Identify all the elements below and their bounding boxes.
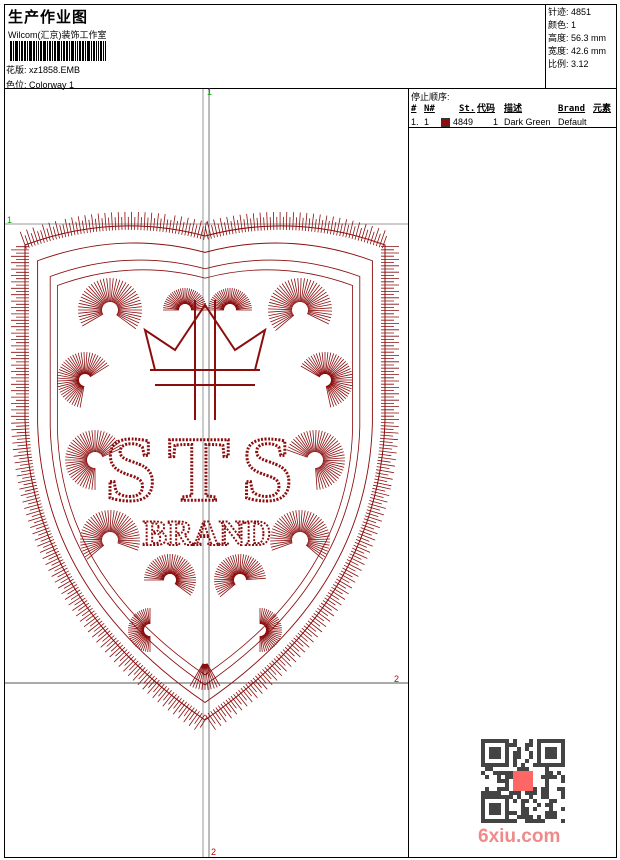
scroll-ornament-3	[300, 352, 353, 408]
barcode-bar	[82, 41, 84, 61]
qr-code-watermark	[481, 739, 565, 823]
col-needle: N#	[424, 104, 435, 114]
barcode-bar	[87, 41, 90, 61]
stat-colors: 颜色: 1	[548, 20, 577, 30]
design-canvas: STS BRAND 1 1 2 2	[5, 87, 408, 857]
stat-stitches: 针迹: 4851	[548, 7, 592, 17]
scroll-ornament-11	[259, 608, 282, 652]
stop-sequence-label: 停止顺序:	[411, 92, 450, 102]
marker-right-2: 2	[394, 674, 400, 684]
row-description: Dark Green	[504, 117, 551, 127]
barcode-bar	[27, 41, 28, 61]
barcode-bar	[63, 41, 65, 61]
marker-left-1: 1	[7, 215, 13, 225]
barcode-bar	[75, 41, 76, 61]
barcode-bar	[69, 41, 70, 61]
stamp-icon	[513, 771, 533, 791]
stat-scale: 比例: 3.12	[548, 59, 589, 69]
marker-top-1: 1	[207, 87, 213, 97]
barcode-bar	[43, 41, 46, 61]
col-stitches: St.	[459, 104, 476, 114]
barcode-bar	[13, 41, 14, 61]
barcode-bar	[105, 41, 106, 61]
col-index: #	[411, 104, 417, 114]
design-value: xz1858.EMB	[29, 65, 81, 75]
company-name: Wilcom(汇京)装饰工作室	[8, 30, 107, 40]
row-code: 1	[493, 117, 499, 127]
table-header: # N# St. 代码 描述 Brand 元素	[411, 103, 615, 116]
col-brand: Brand	[558, 104, 586, 114]
barcode-bar	[10, 41, 12, 61]
barcode-bar	[15, 41, 18, 61]
scroll-ornament-8	[144, 554, 196, 596]
barcode-bar	[52, 41, 53, 61]
barcode-bar	[91, 41, 92, 61]
page-title: 生产作业图	[8, 9, 89, 26]
barcode-bar	[29, 41, 32, 61]
col-code: 代码	[477, 104, 496, 114]
scroll-ornament-12	[163, 288, 207, 311]
design-label: 花版:	[6, 65, 27, 75]
barcode-bar	[36, 41, 37, 61]
barcode-bar	[40, 41, 42, 61]
barcode-bar	[19, 41, 20, 61]
barcode-bar	[21, 41, 23, 61]
barcode-bar	[57, 41, 60, 61]
barcode-bar	[61, 41, 62, 61]
barcode-bar	[98, 41, 99, 61]
barcode-bar	[96, 41, 97, 61]
scroll-ornament-0	[78, 278, 142, 330]
row-index: 1.	[411, 117, 419, 127]
col-element: 元素	[593, 104, 612, 114]
barcode-bar	[24, 41, 26, 61]
barcode-bar	[33, 41, 35, 61]
barcode-bar	[77, 41, 78, 61]
scroll-ornament-1	[267, 277, 333, 331]
design-lettering-sub: BRAND	[143, 513, 271, 553]
crown-emblem	[143, 300, 267, 420]
row-stitches: 4849	[453, 117, 474, 127]
stats-panel: 针迹: 4851 颜色: 1 高度: 56.3 mm 宽度: 42.6 mm 比…	[545, 4, 617, 88]
barcode-bar	[49, 41, 51, 61]
table-row[interactable]: 1. 1 4849 1 Dark Green Default	[411, 116, 615, 129]
row-brand: Default	[558, 117, 587, 127]
row-needle: 1	[424, 117, 430, 127]
embroidery-design: STS BRAND	[5, 89, 408, 857]
barcode-bar	[100, 41, 102, 61]
barcode-bar	[38, 41, 39, 61]
barcode-bar	[85, 41, 86, 61]
barcode-bar	[93, 41, 95, 61]
barcode-bar	[103, 41, 104, 61]
stat-width: 宽度: 42.6 mm	[548, 46, 607, 56]
header: 生产作业图 Wilcom(汇京)装饰工作室 花版: xz1858.EMB 色位:…	[4, 4, 617, 90]
scroll-ornament-9	[213, 553, 266, 598]
marker-bottom-2: 2	[211, 847, 217, 857]
barcode-bar	[47, 41, 48, 61]
watermark-logo: 6xiu.com	[478, 826, 561, 847]
stat-height: 高度: 56.3 mm	[548, 33, 607, 43]
design-file: 花版: xz1858.EMB	[6, 63, 80, 76]
color-swatch	[441, 118, 450, 127]
scroll-ornament-10	[128, 608, 151, 652]
barcode-bar	[71, 41, 74, 61]
scroll-ornament-2	[56, 351, 109, 408]
barcode-bar	[66, 41, 68, 61]
barcode-bar	[79, 41, 81, 61]
col-description: 描述	[504, 104, 523, 114]
barcode-bar	[54, 41, 56, 61]
design-lettering-main: STS	[105, 418, 305, 520]
barcode	[10, 41, 135, 61]
